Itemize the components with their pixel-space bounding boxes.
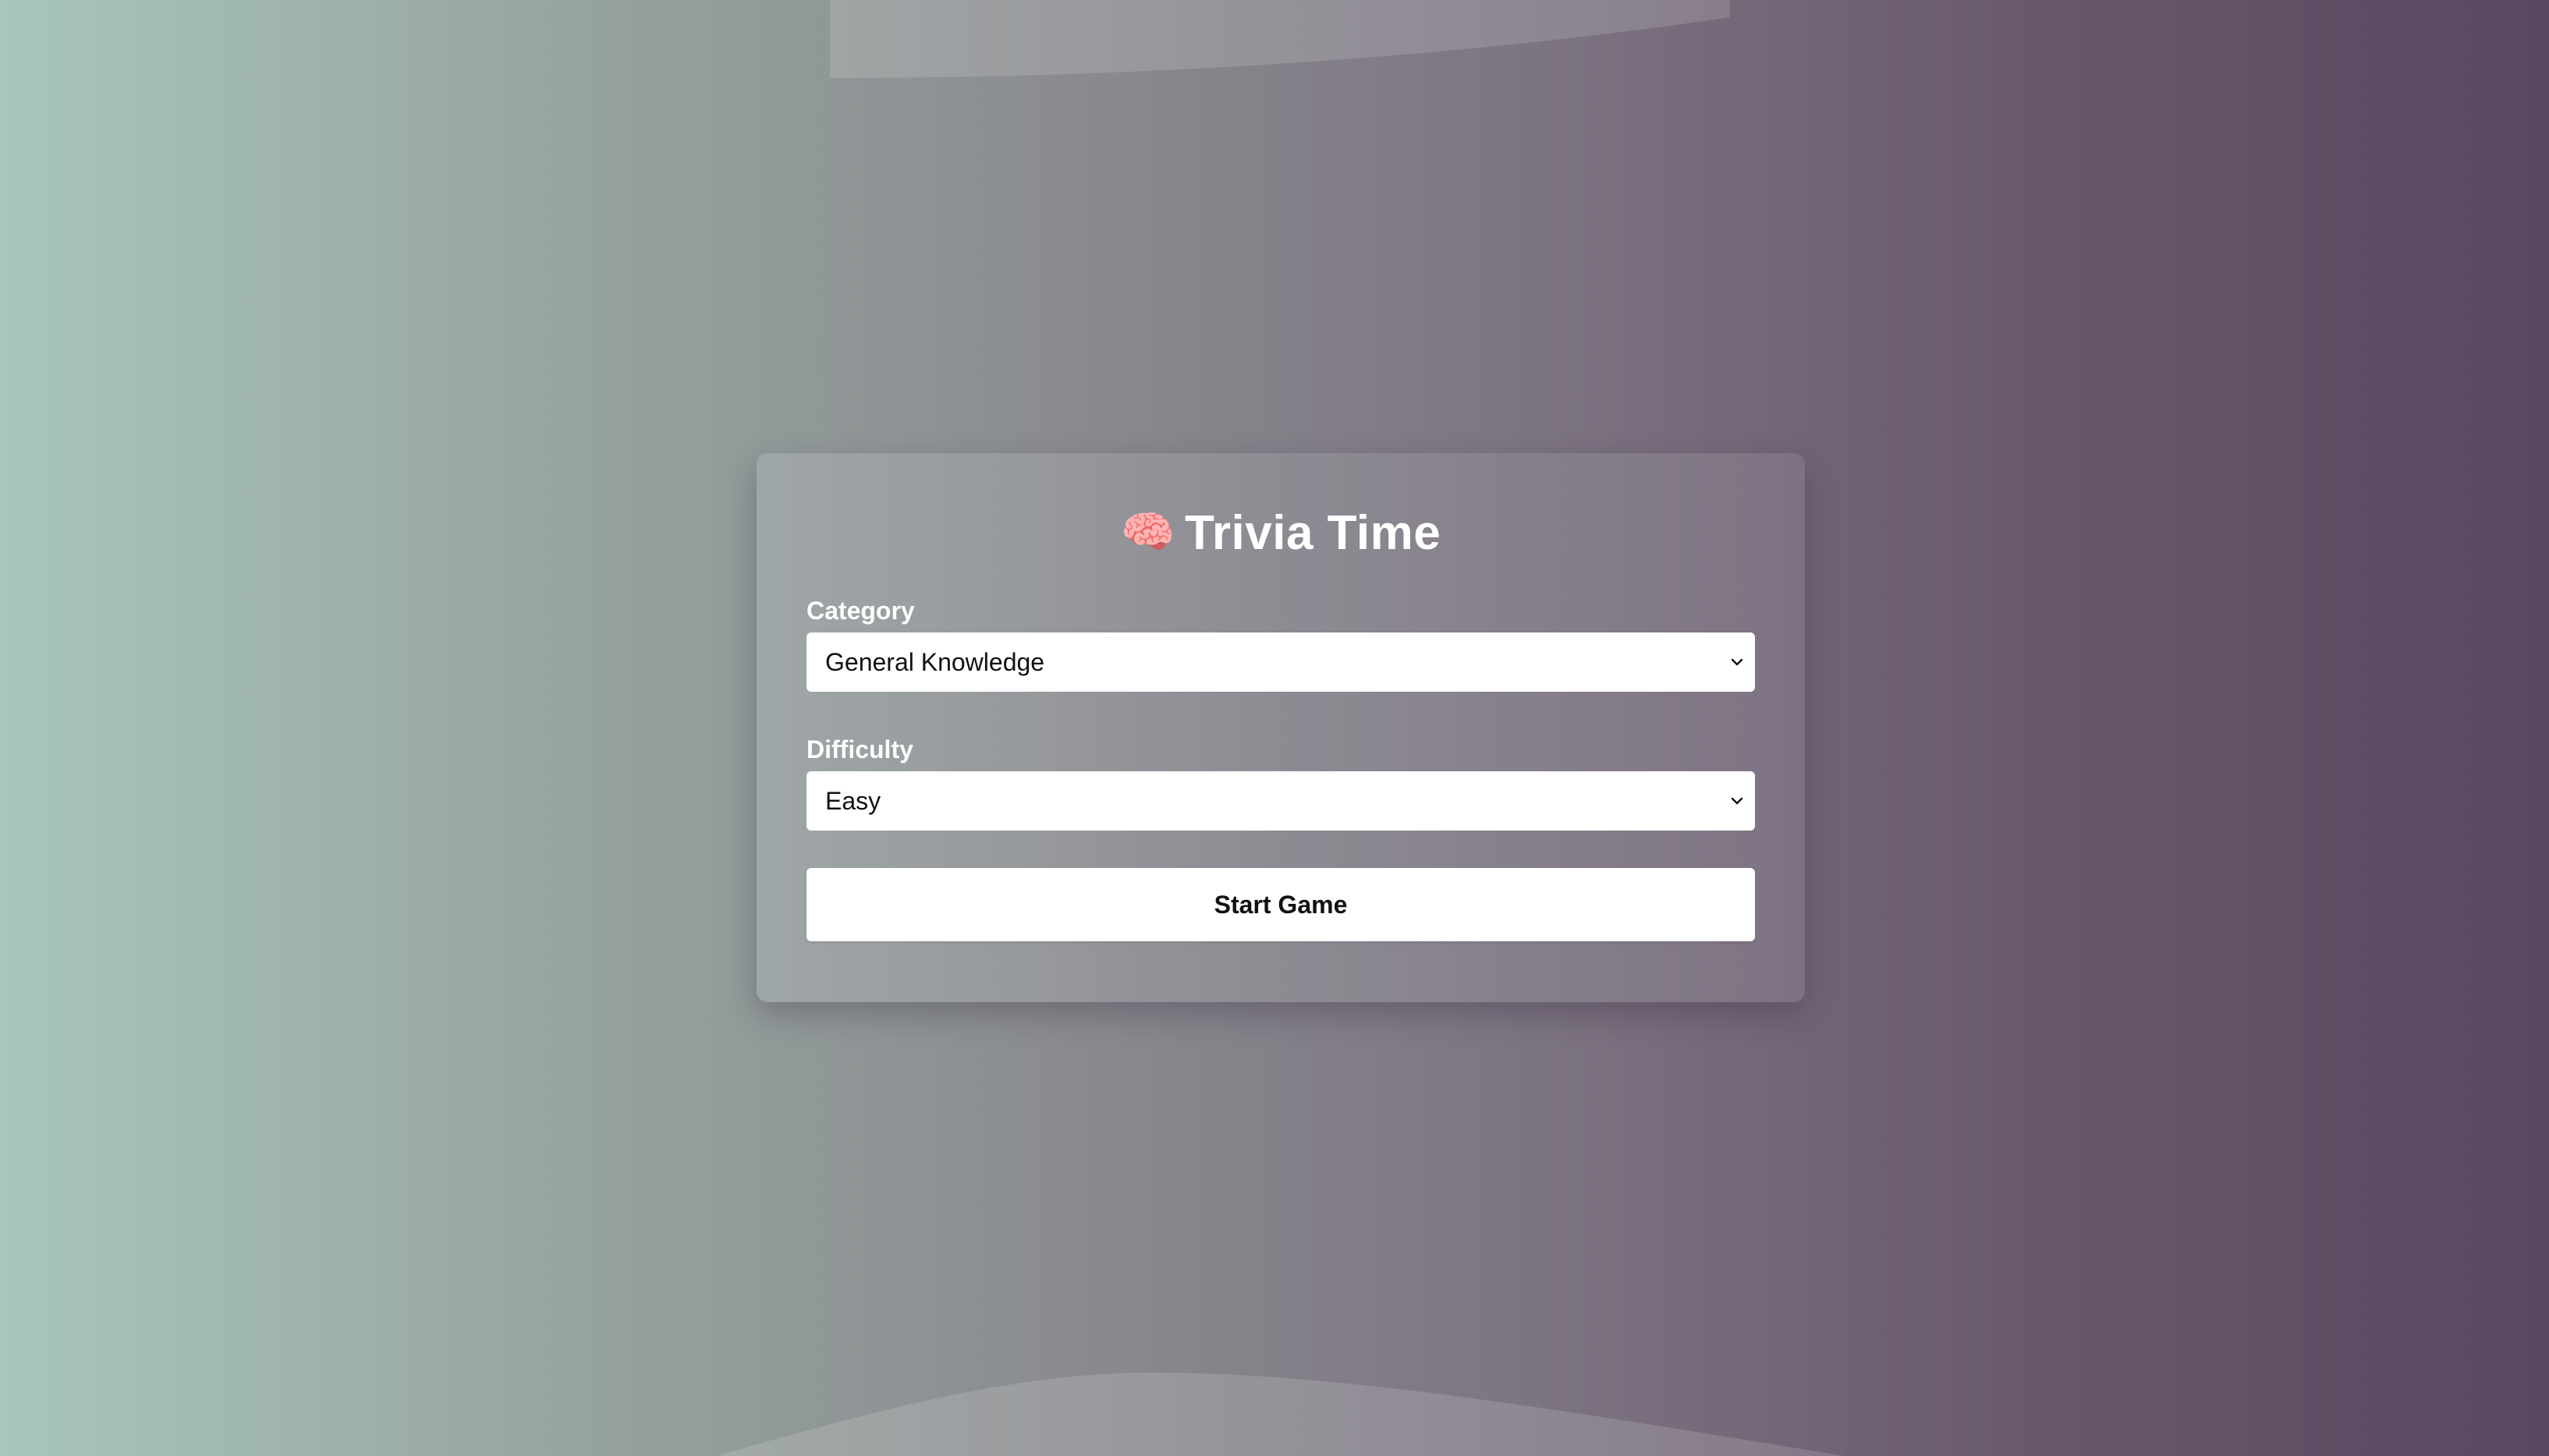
chevron-down-icon <box>1731 797 1743 805</box>
category-label: Category <box>807 597 915 625</box>
start-game-button[interactable]: Start Game <box>807 868 1755 941</box>
difficulty-selected-value: Easy <box>825 786 881 815</box>
game-setup-card: 🧠 Trivia Time Category General Knowledge… <box>757 453 1805 1002</box>
page-title: 🧠 Trivia Time <box>807 501 1755 564</box>
decorative-wave-bottom <box>716 1373 1844 1456</box>
category-field-group: Category General Knowledge <box>807 595 1755 692</box>
difficulty-select[interactable]: Easy <box>807 771 1755 831</box>
chevron-down-icon <box>1731 658 1743 666</box>
category-select[interactable]: General Knowledge <box>807 632 1755 692</box>
brain-icon: 🧠 <box>1120 507 1175 558</box>
category-selected-value: General Knowledge <box>825 647 1045 676</box>
difficulty-field-group: Difficulty Easy <box>807 734 1755 831</box>
decorative-wave-top <box>830 0 1730 78</box>
difficulty-label: Difficulty <box>807 735 913 763</box>
app-title: Trivia Time <box>1184 505 1441 560</box>
